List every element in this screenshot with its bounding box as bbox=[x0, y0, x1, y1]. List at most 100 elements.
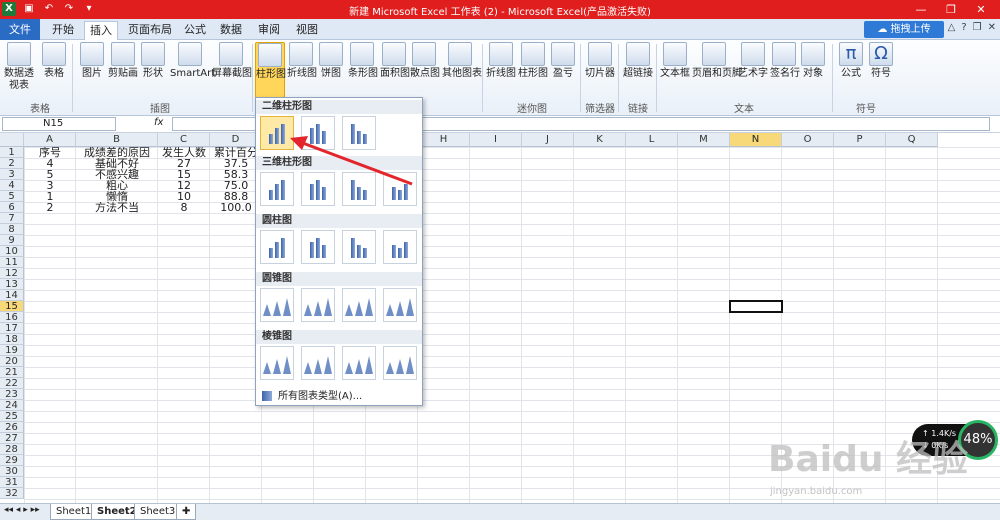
row-header-26[interactable]: 26 bbox=[0, 422, 24, 433]
row-header-3[interactable]: 3 bbox=[0, 169, 24, 180]
clipart-button[interactable]: 剪贴画 bbox=[108, 42, 138, 80]
sparkline-winloss-button[interactable]: 盈亏 bbox=[550, 42, 576, 80]
tab-view[interactable]: 视图 bbox=[292, 21, 322, 40]
doc-restore-icon[interactable]: ❐ bbox=[973, 22, 982, 33]
picture-button[interactable]: 图片 bbox=[78, 42, 106, 80]
column-header-I[interactable]: I bbox=[470, 133, 522, 147]
row-header-21[interactable]: 21 bbox=[0, 367, 24, 378]
row-header-19[interactable]: 19 bbox=[0, 345, 24, 356]
row-header-31[interactable]: 31 bbox=[0, 477, 24, 488]
symbol-button[interactable]: Ω 符号 bbox=[868, 42, 894, 80]
cell[interactable]: 4 bbox=[24, 158, 76, 169]
row-header-32[interactable]: 32 bbox=[0, 488, 24, 499]
tab-review[interactable]: 审阅 bbox=[254, 21, 284, 40]
row-header-23[interactable]: 23 bbox=[0, 389, 24, 400]
minimize-icon[interactable]: — bbox=[906, 0, 936, 19]
wordart-button[interactable]: 艺术字 bbox=[738, 42, 768, 80]
row-header-14[interactable]: 14 bbox=[0, 290, 24, 301]
cell[interactable]: 15 bbox=[158, 169, 210, 180]
cell[interactable]: 粗心 bbox=[76, 180, 158, 191]
row-header-15[interactable]: 15 bbox=[0, 301, 24, 312]
area-chart-button[interactable]: 面积图 bbox=[380, 42, 410, 80]
column-header-O[interactable]: O bbox=[782, 133, 834, 147]
sheet-tab-3[interactable]: Sheet3 bbox=[134, 504, 182, 520]
all-chart-types-link[interactable]: 所有图表类型(A)... bbox=[262, 390, 362, 404]
cell[interactable]: 10 bbox=[158, 191, 210, 202]
other-charts-button[interactable]: 其他图表 bbox=[442, 42, 482, 80]
cylinder-chart-option-2[interactable] bbox=[301, 230, 335, 264]
row-header-22[interactable]: 22 bbox=[0, 378, 24, 389]
equation-button[interactable]: π 公式 bbox=[838, 42, 864, 80]
tab-data[interactable]: 数据 bbox=[216, 21, 246, 40]
sparkline-line-button[interactable]: 折线图 bbox=[486, 42, 516, 80]
cylinder-chart-option-4[interactable] bbox=[383, 230, 417, 264]
tab-insert[interactable]: 插入 bbox=[84, 21, 118, 40]
row-header-28[interactable]: 28 bbox=[0, 444, 24, 455]
signature-line-button[interactable]: 签名行 bbox=[770, 42, 800, 80]
cone-chart-option-1[interactable] bbox=[260, 288, 294, 322]
row-header-17[interactable]: 17 bbox=[0, 323, 24, 334]
screenshot-button[interactable]: 屏幕截图 bbox=[212, 42, 252, 80]
cylinder-chart-option-1[interactable] bbox=[260, 230, 294, 264]
cone-chart-option-4[interactable] bbox=[383, 288, 417, 322]
cell[interactable]: 序号 bbox=[24, 147, 76, 158]
row-header-4[interactable]: 4 bbox=[0, 180, 24, 191]
help-icon[interactable]: ? bbox=[961, 22, 966, 33]
cell[interactable]: 发生人数 bbox=[158, 147, 210, 158]
column-header-H[interactable]: H bbox=[418, 133, 470, 147]
cell[interactable]: 1 bbox=[24, 191, 76, 202]
column-header-P[interactable]: P bbox=[834, 133, 886, 147]
cell[interactable]: 12 bbox=[158, 180, 210, 191]
cell[interactable]: 27 bbox=[158, 158, 210, 169]
cone-chart-option-2[interactable] bbox=[301, 288, 335, 322]
cylinder-chart-option-3[interactable] bbox=[342, 230, 376, 264]
row-header-12[interactable]: 12 bbox=[0, 268, 24, 279]
cell[interactable]: 基础不好 bbox=[76, 158, 158, 169]
cell[interactable]: 2 bbox=[24, 202, 76, 213]
header-footer-button[interactable]: 页眉和页脚 bbox=[692, 42, 742, 80]
row-header-8[interactable]: 8 bbox=[0, 224, 24, 235]
tab-home[interactable]: 开始 bbox=[46, 21, 80, 40]
tab-page-layout[interactable]: 页面布局 bbox=[124, 21, 176, 40]
row-header-27[interactable]: 27 bbox=[0, 433, 24, 444]
row-header-5[interactable]: 5 bbox=[0, 191, 24, 202]
row-header-1[interactable]: 1 bbox=[0, 147, 24, 158]
new-sheet-icon[interactable]: ✚ bbox=[176, 504, 197, 520]
column-chart-button[interactable]: 柱形图 bbox=[255, 42, 286, 98]
sparkline-column-button[interactable]: 柱形图 bbox=[518, 42, 548, 80]
cell[interactable]: 8 bbox=[158, 202, 210, 213]
pyramid-chart-option-1[interactable] bbox=[260, 346, 294, 380]
row-header-20[interactable]: 20 bbox=[0, 356, 24, 367]
column-header-J[interactable]: J bbox=[522, 133, 574, 147]
table-button[interactable]: 表格 bbox=[40, 42, 68, 80]
sheet-nav-icon[interactable]: ◂◂ ◂ ▸ ▸▸ bbox=[4, 505, 40, 515]
cell[interactable]: 5 bbox=[24, 169, 76, 180]
row-header-6[interactable]: 6 bbox=[0, 202, 24, 213]
column-chart-option-2[interactable] bbox=[301, 116, 335, 150]
slicer-button[interactable]: 切片器 bbox=[584, 42, 616, 80]
pyramid-chart-option-2[interactable] bbox=[301, 346, 335, 380]
minimize-ribbon-icon[interactable]: △ bbox=[948, 22, 956, 33]
column-header-L[interactable]: L bbox=[626, 133, 678, 147]
row-header-30[interactable]: 30 bbox=[0, 466, 24, 477]
insert-function-icon[interactable]: fx bbox=[154, 117, 163, 128]
shapes-button[interactable]: 形状 bbox=[140, 42, 166, 80]
row-header-10[interactable]: 10 bbox=[0, 246, 24, 257]
cell[interactable]: 成绩差的原因 bbox=[76, 147, 158, 158]
object-button[interactable]: 对象 bbox=[800, 42, 826, 80]
select-all-corner[interactable] bbox=[0, 133, 24, 147]
column-header-A[interactable]: A bbox=[24, 133, 76, 147]
row-header-11[interactable]: 11 bbox=[0, 257, 24, 268]
column-header-M[interactable]: M bbox=[678, 133, 730, 147]
hyperlink-button[interactable]: 超链接 bbox=[622, 42, 654, 80]
cell[interactable]: 3 bbox=[24, 180, 76, 191]
active-cell[interactable] bbox=[729, 300, 783, 313]
upload-button[interactable]: ☁ 拖拽上传 bbox=[864, 21, 944, 38]
column3d-chart-option-2[interactable] bbox=[301, 172, 335, 206]
pyramid-chart-option-3[interactable] bbox=[342, 346, 376, 380]
line-chart-button[interactable]: 折线图 bbox=[287, 42, 317, 80]
row-header-18[interactable]: 18 bbox=[0, 334, 24, 345]
cell[interactable]: 不感兴趣 bbox=[76, 169, 158, 180]
scatter-chart-button[interactable]: 散点图 bbox=[410, 42, 440, 80]
doc-close-icon[interactable]: ✕ bbox=[988, 22, 996, 33]
